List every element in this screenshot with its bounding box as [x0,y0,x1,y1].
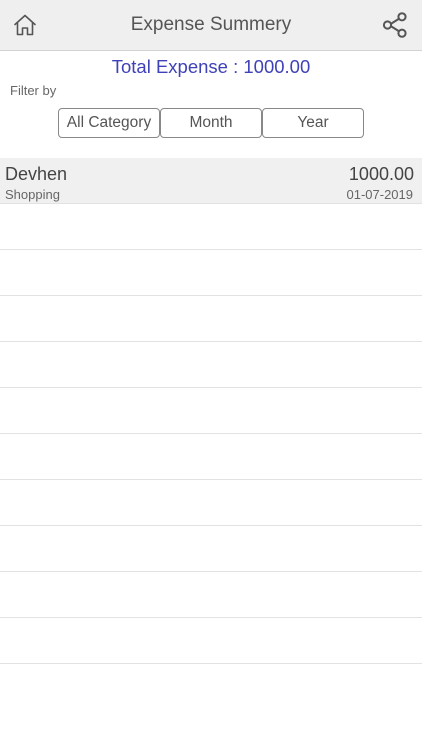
empty-list-row [0,250,422,296]
filter-year-button[interactable]: Year [262,108,364,138]
total-expense-label: Total Expense : 1000.00 [111,56,311,77]
empty-list-row [0,618,422,664]
navigation-bar: Expense Summery [0,0,422,51]
empty-list-row [0,572,422,618]
empty-list-row [0,296,422,342]
expense-summary-screen: Expense Summery Total Expense : 1000.00 … [0,0,422,750]
empty-list-row [0,388,422,434]
expense-name: Devhen [5,164,68,184]
empty-list-row [0,342,422,388]
expense-category: Shopping [5,187,60,202]
filter-month-button[interactable]: Month [160,108,262,138]
expense-amount: 1000.00 [348,164,414,184]
filter-by-label: Filter by [10,83,57,98]
expense-row[interactable]: Devhen Shopping 1000.00 01-07-2019 [0,158,422,204]
expense-date: 01-07-2019 [346,187,414,202]
page-title: Expense Summery [130,14,292,35]
expense-list: Devhen Shopping 1000.00 01-07-2019 [0,158,422,664]
empty-list-row [0,480,422,526]
share-icon[interactable] [379,9,411,41]
empty-list-row [0,434,422,480]
filter-all-category-button[interactable]: All Category [58,108,160,138]
filter-segmented-control: All Category Month Year [58,108,364,138]
empty-list-row [0,526,422,572]
empty-list-row [0,204,422,250]
